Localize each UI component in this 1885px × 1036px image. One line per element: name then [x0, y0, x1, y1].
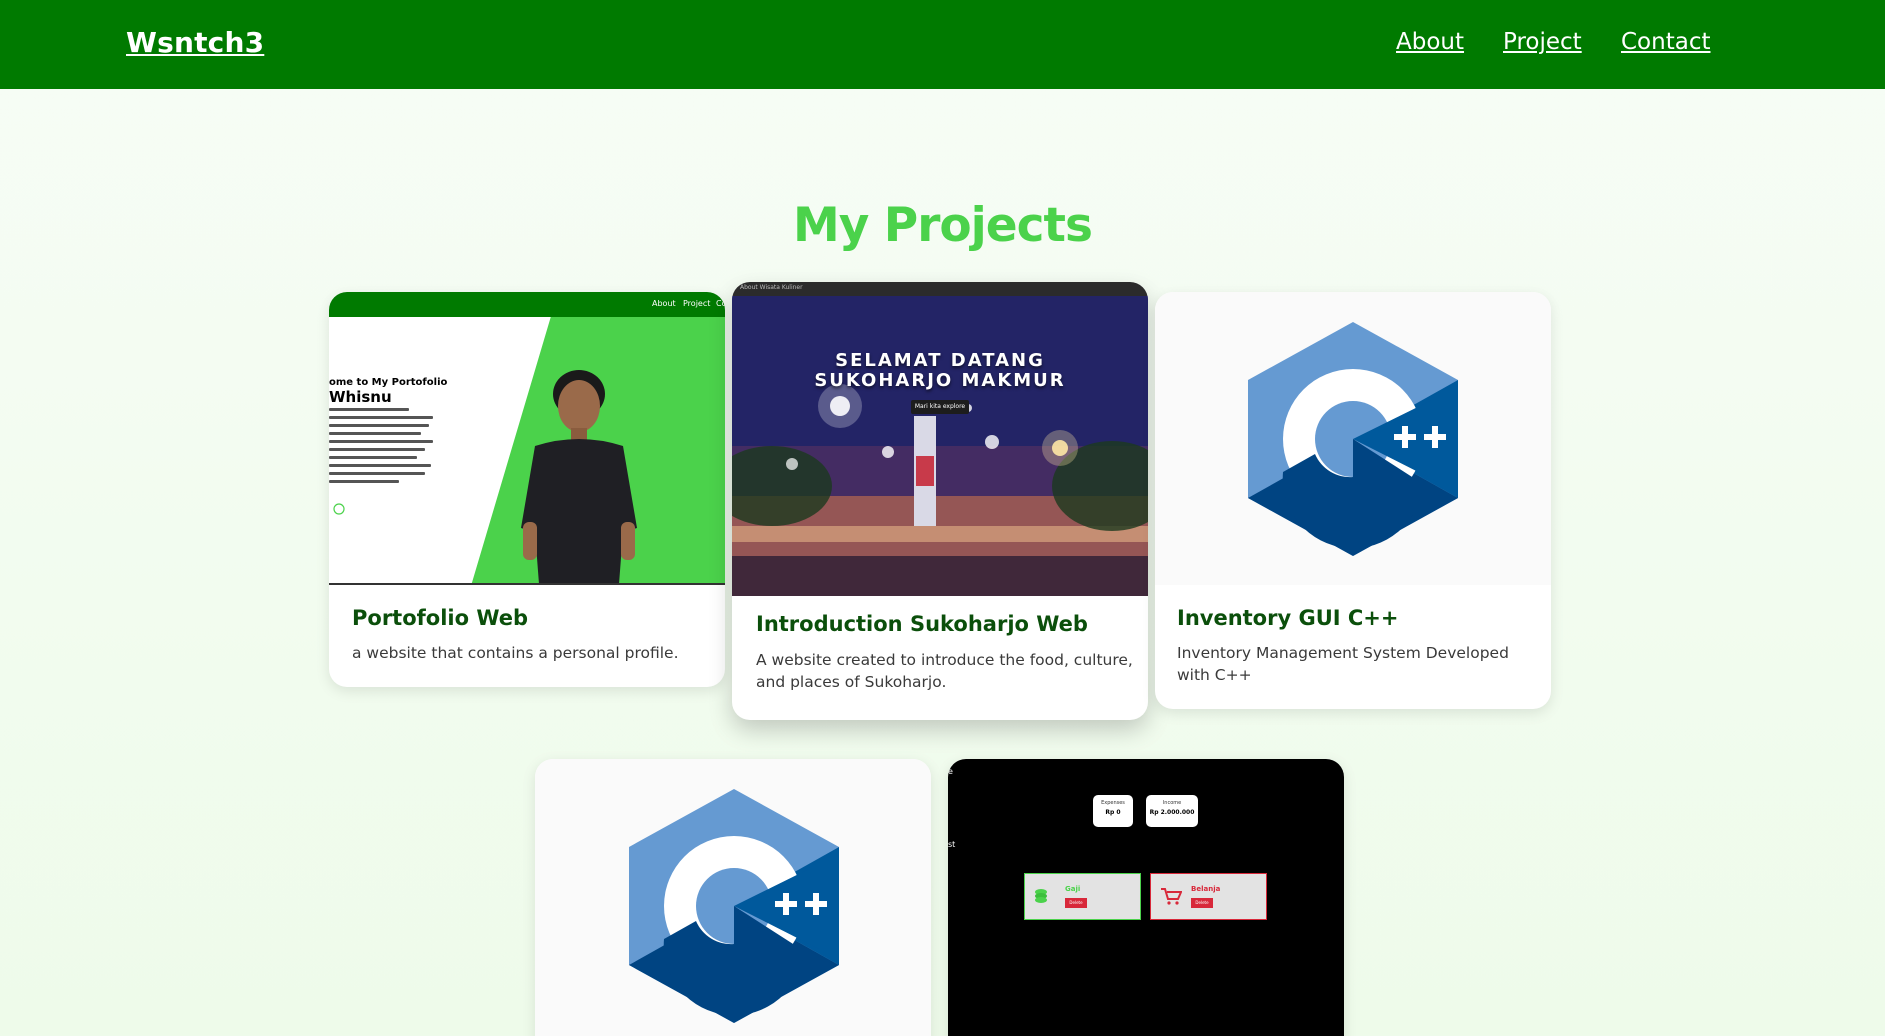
project-thumbnail: About Project Co ome to My Portofolio Wh… [329, 292, 725, 585]
expense-summary: Expenses Rp 0 [1093, 795, 1133, 827]
thumb-hero-line1: SELAMAT DATANG [835, 350, 1045, 371]
navbar: Wsntch3 About Project Contact [0, 0, 1885, 89]
city-night-photo [732, 296, 1148, 596]
project-description: A website created to introduce the food,… [756, 651, 1133, 691]
thumb-navbar: About Wisata Kuliner [732, 282, 1148, 296]
nav-link-contact[interactable]: Contact [1621, 29, 1710, 55]
income-item-card: Gaji Delete [1024, 873, 1141, 920]
thumb-heading: ome to My Portofolio [329, 377, 448, 388]
delete-button: Delete [1191, 898, 1213, 908]
project-thumbnail [535, 759, 931, 1036]
project-card-sukoharjo[interactable]: About Wisata Kuliner SELAMAT DATANG SUKO… [732, 282, 1148, 720]
project-card-cpp[interactable] [535, 759, 931, 1036]
project-card-portfolio[interactable]: About Project Co ome to My Portofolio Wh… [329, 292, 725, 687]
thumb-nav-contact: Co [716, 299, 725, 308]
income-summary: Income Rp 2.000.000 [1146, 795, 1198, 827]
cpp-logo-icon [1248, 322, 1458, 556]
cart-icon [1161, 888, 1182, 905]
thumb-nav-project: Project [683, 299, 711, 308]
thumb-name: Whisnu [329, 388, 392, 406]
project-card-finance[interactable]: e st Expenses Rp 0 Income Rp 2.000.000 G… [948, 759, 1344, 1036]
brand-link[interactable]: Wsntch3 [126, 26, 264, 59]
project-thumbnail: e st Expenses Rp 0 Income Rp 2.000.000 G… [948, 759, 1344, 1036]
nav-link-project[interactable]: Project [1503, 29, 1582, 55]
project-description: a website that contains a personal profi… [352, 644, 679, 662]
cpp-logo-icon [629, 789, 839, 1023]
thumb-hero-line2: SUKOHARJO MAKMUR [814, 370, 1066, 391]
person-photo [521, 370, 637, 584]
coins-icon [1035, 889, 1047, 903]
nav-link-about[interactable]: About [1396, 29, 1464, 55]
project-thumbnail [1155, 292, 1551, 585]
thumb-explore-button: Mari kita explore [911, 400, 969, 414]
delete-button: Delete [1065, 898, 1087, 908]
project-thumbnail: About Wisata Kuliner SELAMAT DATANG SUKO… [732, 282, 1148, 596]
thumb-nav-about: About [652, 299, 676, 308]
project-title: Inventory GUI C++ [1177, 606, 1399, 630]
thumb-divider [329, 583, 725, 585]
expense-item-card: Belanja Delete [1150, 873, 1267, 920]
section-title: My Projects [793, 198, 1093, 253]
thumb-social-icon [333, 503, 345, 515]
thumb-side-text: st [948, 840, 956, 849]
thumb-side-text: e [948, 767, 953, 776]
thumb-paragraph-lines [329, 408, 437, 488]
thumb-navbar: About Project Co [329, 292, 725, 317]
project-title: Portofolio Web [352, 606, 529, 630]
project-card-inventory[interactable]: Inventory GUI C++ Inventory Management S… [1155, 292, 1551, 709]
project-title: Introduction Sukoharjo Web [756, 612, 1088, 636]
project-description: Inventory Management System Developed wi… [1177, 644, 1509, 684]
thumb-nav-text: About Wisata Kuliner [740, 284, 803, 291]
